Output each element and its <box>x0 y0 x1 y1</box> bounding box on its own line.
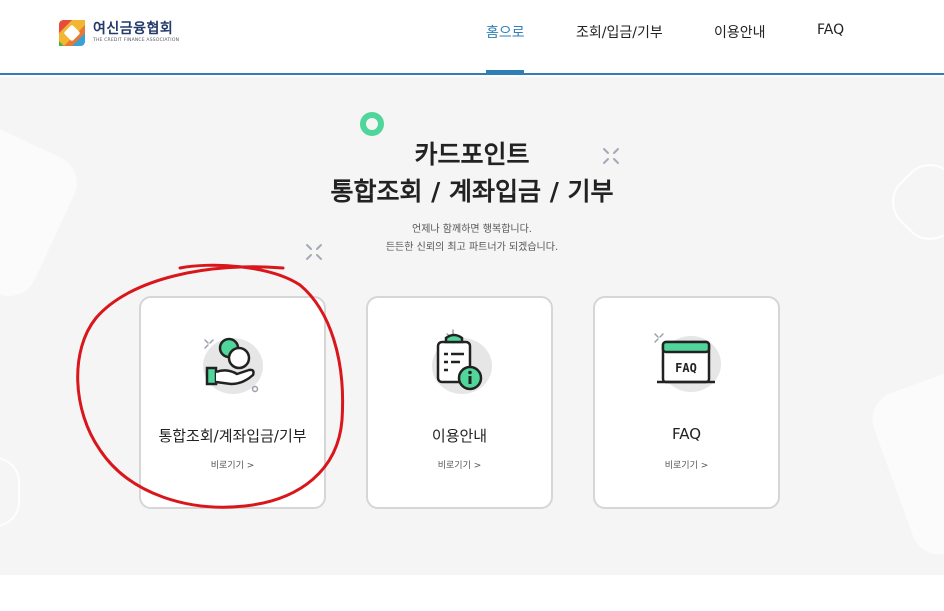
card-usage-guide[interactable]: 이용안내 비로기기 > <box>366 296 553 509</box>
nav-usage-guide[interactable]: 이용안내 <box>714 22 766 42</box>
background-shape <box>864 361 944 563</box>
hero-subtitle-line1: 언제나 함께하면 행복합니다. <box>412 224 532 235</box>
card-go-link[interactable]: 비로기기 > <box>595 458 778 471</box>
card-title: FAQ <box>671 425 702 443</box>
green-ring-decoration <box>360 112 384 136</box>
main-section: 카드포인트 통합조회 / 계좌입금 / 기부 언제나 함께하면 행복합니다. 든… <box>0 77 944 575</box>
background-shape <box>0 457 20 527</box>
hero-title-line2: 통합조회 / 계좌입금 / 기부 <box>330 177 614 206</box>
hero-title-line1: 카드포인트 <box>414 140 530 169</box>
site-header: 여신금융협회 THE CREDIT FINANCE ASSOCIATION 홈으… <box>0 0 944 75</box>
hero-subtitle-line2: 든든한 신뢰의 최고 파트너가 되겠습니다. <box>385 242 559 253</box>
logo-mark-icon <box>59 20 85 46</box>
card-inquiry-deposit-donation[interactable]: 통합조회/계좌입금/기부 비로기기 > <box>139 296 326 509</box>
hand-coin-icon <box>203 337 263 394</box>
faq-window-icon: FAQ <box>654 333 721 392</box>
nav-home[interactable]: 홈으로 <box>486 22 525 42</box>
clipboard-info-icon <box>432 329 492 394</box>
card-faq[interactable]: FAQ FAQ 비로기기 > <box>593 296 780 509</box>
card-go-link[interactable]: 비로기기 > <box>368 458 551 471</box>
card-title: 통합조회/계좌입금/기부 <box>158 427 307 445</box>
site-logo[interactable]: 여신금융협회 THE CREDIT FINANCE ASSOCIATION <box>58 18 179 48</box>
svg-text:FAQ: FAQ <box>675 361 697 375</box>
nav-active-underline <box>486 70 524 73</box>
nav-inquiry-deposit-donation[interactable]: 조회/입금/기부 <box>576 22 663 42</box>
card-title: 이용안내 <box>431 427 488 445</box>
nav-faq[interactable]: FAQ <box>817 22 844 38</box>
logo-text-english: THE CREDIT FINANCE ASSOCIATION <box>93 38 180 44</box>
card-go-link[interactable]: 비로기기 > <box>141 458 324 471</box>
logo-text-korean: 여신금융협회 <box>93 21 174 38</box>
